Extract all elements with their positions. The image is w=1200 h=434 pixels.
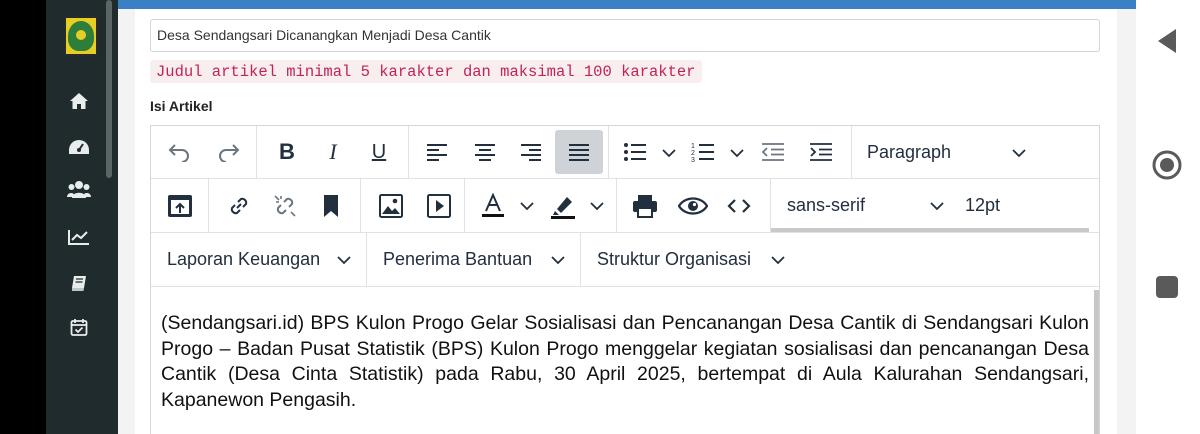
media-group: [361, 179, 465, 232]
block-format-chevron-icon[interactable]: [1011, 145, 1027, 161]
redo-button[interactable]: [209, 134, 249, 170]
numbered-list-chevron-icon[interactable]: [729, 145, 745, 161]
svg-text:1: 1: [691, 143, 695, 150]
text-color-chevron-icon[interactable]: [519, 198, 535, 214]
align-left-icon[interactable]: [417, 134, 457, 170]
rich-text-editor: B I U 1 2 3 Paragraph sans-serif 12pt La…: [150, 125, 1100, 434]
editor-scrollbar[interactable]: [1094, 290, 1099, 434]
svg-text:2: 2: [691, 150, 695, 157]
text-color-icon[interactable]: [473, 188, 513, 224]
align-center-icon[interactable]: [465, 134, 505, 170]
image-icon[interactable]: [371, 188, 411, 224]
toolbar-scroll-indicator: [771, 228, 1089, 232]
book-icon[interactable]: [66, 272, 92, 294]
toolbar-row-2: sans-serif 12pt: [151, 179, 1099, 233]
dashboard-icon[interactable]: [66, 136, 92, 158]
village-logo[interactable]: [64, 16, 98, 56]
outdent-icon[interactable]: [753, 134, 793, 170]
users-icon[interactable]: [66, 178, 92, 200]
numbered-list-icon[interactable]: 123: [683, 134, 723, 170]
underline-button[interactable]: U: [359, 134, 399, 170]
align-right-icon[interactable]: [511, 134, 551, 170]
toolbar-row-3: Laporan Keuangan Penerima Bantuan Strukt…: [151, 233, 1099, 287]
menu-laporan-keuangan[interactable]: Laporan Keuangan: [151, 233, 367, 286]
sidebar-scrollbar[interactable]: [106, 0, 112, 178]
list-group: 123: [609, 126, 852, 178]
admin-sidebar: [46, 0, 118, 434]
alignment-group: [409, 126, 609, 178]
upload-group: [151, 179, 209, 232]
undo-button[interactable]: [159, 134, 199, 170]
bold-button[interactable]: B: [267, 134, 307, 170]
chart-icon[interactable]: [66, 226, 92, 248]
content-label: Isi Artikel: [150, 98, 213, 114]
toolbar-row-1: B I U 1 2 3 Paragraph: [151, 126, 1099, 179]
italic-button[interactable]: I: [313, 134, 353, 170]
menu-penerima-bantuan-label: Penerima Bantuan: [383, 249, 533, 269]
menu-penerima-bantuan-chevron-icon: [550, 252, 566, 268]
editor-content-area[interactable]: (Sendangsari.id) BPS Kulon Progo Gelar S…: [151, 287, 1099, 434]
format-group: B I U: [257, 126, 409, 178]
upload-icon[interactable]: [160, 188, 200, 224]
bullet-list-icon[interactable]: [615, 134, 655, 170]
article-title-input[interactable]: Desa Sendangsari Dicanangkan Menjadi Des…: [150, 19, 1100, 52]
home-icon[interactable]: [66, 90, 92, 112]
svg-text:3: 3: [691, 157, 695, 163]
source-code-icon[interactable]: [719, 188, 759, 224]
article-paragraph: (Sendangsari.id) BPS Kulon Progo Gelar S…: [161, 312, 1089, 411]
menu-laporan-keuangan-label: Laporan Keuangan: [167, 249, 321, 269]
bookmark-icon[interactable]: [311, 188, 351, 224]
font-size-select[interactable]: 12pt: [965, 195, 1000, 216]
menu-struktur-organisasi-label: Struktur Organisasi: [597, 249, 752, 269]
indent-icon[interactable]: [801, 134, 841, 170]
history-group: [151, 126, 257, 178]
menu-penerima-bantuan[interactable]: Penerima Bantuan: [367, 233, 581, 286]
unlink-icon[interactable]: [265, 188, 305, 224]
align-justify-icon[interactable]: [555, 130, 603, 174]
font-family-chevron-icon[interactable]: [929, 198, 945, 214]
menu-struktur-organisasi-chevron-icon: [770, 252, 786, 268]
link-icon[interactable]: [219, 188, 259, 224]
block-format-select[interactable]: Paragraph: [867, 142, 951, 163]
color-group: [465, 179, 617, 232]
link-group: [209, 179, 361, 232]
highlight-color-chevron-icon[interactable]: [589, 198, 605, 214]
highlight-color-icon[interactable]: [543, 188, 583, 224]
font-family-select[interactable]: sans-serif: [787, 195, 865, 216]
view-group: [617, 179, 771, 232]
menu-struktur-organisasi[interactable]: Struktur Organisasi: [581, 233, 797, 286]
home-icon[interactable]: [1150, 148, 1184, 182]
preview-icon[interactable]: [673, 188, 713, 224]
top-accent-bar: [118, 0, 1136, 9]
back-icon[interactable]: [1150, 24, 1184, 58]
recents-icon[interactable]: [1150, 270, 1184, 304]
system-navigation-bar: [1136, 0, 1200, 434]
screen: Desa Sendangsari Dicanangkan Menjadi Des…: [0, 0, 1200, 434]
bullet-list-chevron-icon[interactable]: [661, 145, 677, 161]
print-icon[interactable]: [625, 188, 665, 224]
title-validation-hint: Judul artikel minimal 5 karakter dan mak…: [150, 60, 702, 83]
calendar-check-icon[interactable]: [66, 316, 92, 338]
media-icon[interactable]: [419, 188, 459, 224]
menu-laporan-keuangan-chevron-icon: [336, 252, 352, 268]
